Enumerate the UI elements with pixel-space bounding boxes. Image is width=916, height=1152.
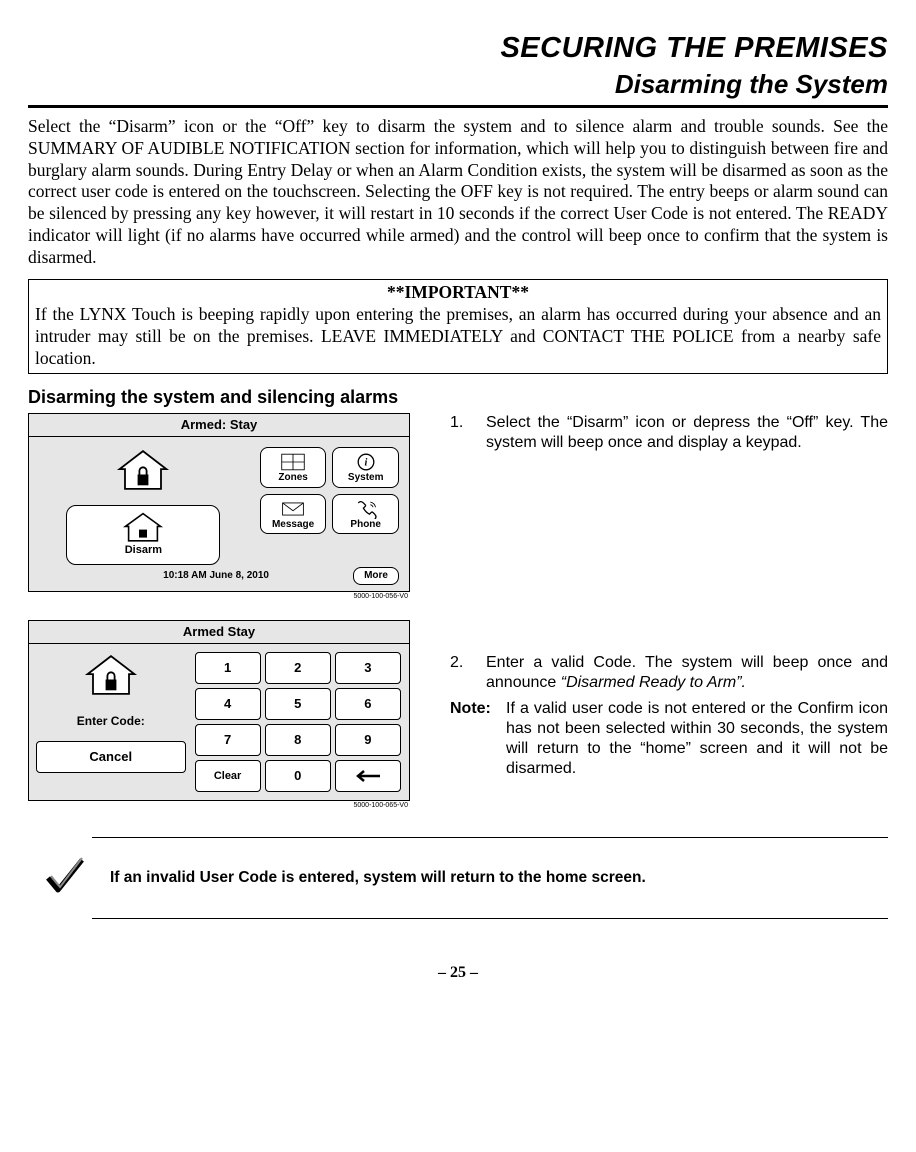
check-note-text: If an invalid User Code is entered, syst… xyxy=(110,868,646,887)
key-6[interactable]: 6 xyxy=(335,688,401,720)
step2-num: 2. xyxy=(450,653,472,693)
key-4[interactable]: 4 xyxy=(195,688,261,720)
header-subtitle: Disarming the System xyxy=(28,68,888,101)
header-title: SECURING THE PREMISES xyxy=(500,32,888,64)
phone-label: Phone xyxy=(350,519,381,532)
house-lock-icon xyxy=(116,447,170,497)
panel1-time: 10:18 AM June 8, 2010 xyxy=(79,570,353,583)
disarm-button[interactable]: Disarm xyxy=(66,505,220,565)
phone-button[interactable]: Phone xyxy=(332,494,399,535)
key-7[interactable]: 7 xyxy=(195,724,261,756)
keypad-panel: Armed Stay Enter Code: Cancel 1 2 3 4 xyxy=(28,620,410,801)
intro-paragraph: Select the “Disarm” icon or the “Off” ke… xyxy=(28,116,888,269)
section-heading: Disarming the system and silencing alarm… xyxy=(28,386,888,409)
message-button[interactable]: Message xyxy=(260,494,327,535)
system-button[interactable]: i System xyxy=(332,447,399,488)
checkmark-icon xyxy=(44,854,86,901)
keypad-grid: 1 2 3 4 5 6 7 8 9 Clear 0 xyxy=(195,652,402,792)
enter-code-label: Enter Code: xyxy=(77,714,145,729)
key-5[interactable]: 5 xyxy=(265,688,331,720)
key-0[interactable]: 0 xyxy=(265,760,331,792)
system-label: System xyxy=(348,472,384,485)
step1-text: Select the “Disarm” icon or depress the … xyxy=(486,413,888,453)
panel2-tag: 5000-100-065-V0 xyxy=(28,802,408,811)
message-label: Message xyxy=(272,519,314,532)
key-3[interactable]: 3 xyxy=(335,652,401,684)
note-label: Note: xyxy=(450,699,498,779)
disarm-label: Disarm xyxy=(125,544,162,558)
check-note-row: If an invalid User Code is entered, syst… xyxy=(92,837,888,918)
key-2[interactable]: 2 xyxy=(265,652,331,684)
cancel-button[interactable]: Cancel xyxy=(36,741,186,773)
step2-text: Enter a valid Code. The system will beep… xyxy=(486,653,888,693)
step1-num: 1. xyxy=(450,413,472,453)
key-clear[interactable]: Clear xyxy=(195,760,261,792)
important-title: **IMPORTANT** xyxy=(35,282,881,304)
important-body: If the LYNX Touch is beeping rapidly upo… xyxy=(35,304,881,370)
touchscreen-home-panel: Armed: Stay Disarm xyxy=(28,413,410,593)
zones-button[interactable]: Zones xyxy=(260,447,327,488)
house-lock-icon xyxy=(84,652,138,702)
key-back[interactable] xyxy=(335,760,401,792)
more-button[interactable]: More xyxy=(353,567,399,586)
panel2-title: Armed Stay xyxy=(29,621,409,644)
page-header: SECURING THE PREMISES Disarming the Syst… xyxy=(28,30,888,108)
panel1-title: Armed: Stay xyxy=(29,414,409,437)
step2-text-b: “Disarmed Ready to Arm”. xyxy=(561,674,746,691)
note-text: If a valid user code is not entered or t… xyxy=(506,699,888,779)
page-number: – 25 – xyxy=(28,963,888,983)
zones-label: Zones xyxy=(278,472,307,485)
key-1[interactable]: 1 xyxy=(195,652,261,684)
svg-text:i: i xyxy=(364,458,367,469)
key-8[interactable]: 8 xyxy=(265,724,331,756)
panel1-tag: 5000-100-056-V0 xyxy=(28,593,408,602)
key-9[interactable]: 9 xyxy=(335,724,401,756)
important-box: **IMPORTANT** If the LYNX Touch is beepi… xyxy=(28,279,888,375)
